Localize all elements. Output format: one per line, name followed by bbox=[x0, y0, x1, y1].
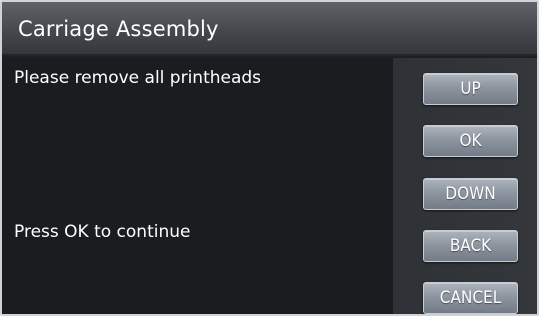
up-button[interactable]: UP bbox=[423, 73, 518, 105]
title-bar: Carriage Assembly bbox=[2, 2, 537, 56]
continue-prompt-text: Press OK to continue bbox=[14, 222, 191, 242]
page-title: Carriage Assembly bbox=[18, 17, 219, 41]
printer-control-panel: Carriage Assembly Please remove all prin… bbox=[0, 0, 539, 316]
cancel-button[interactable]: CANCEL bbox=[423, 282, 518, 314]
instruction-text: Please remove all printheads bbox=[14, 68, 262, 88]
ok-button[interactable]: OK bbox=[423, 125, 518, 157]
message-area bbox=[2, 58, 393, 314]
back-button[interactable]: BACK bbox=[423, 230, 518, 262]
down-button[interactable]: DOWN bbox=[423, 178, 518, 210]
